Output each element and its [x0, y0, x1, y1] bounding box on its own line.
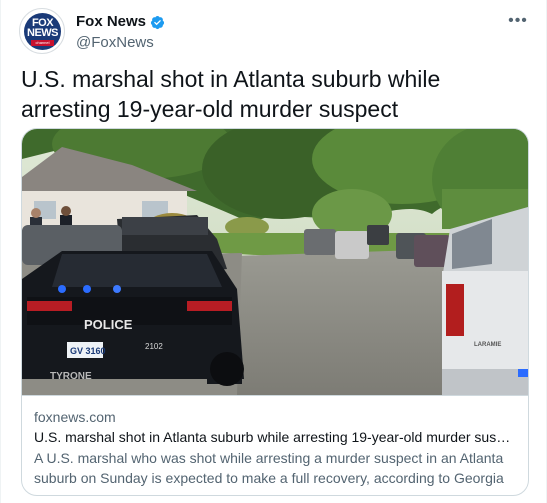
author-handle[interactable]: @FoxNews: [76, 33, 165, 53]
link-card[interactable]: POLICE GV 3160 2102 TYRONE LARAMIE foxne…: [21, 128, 529, 496]
verified-badge-icon: [150, 15, 165, 29]
unit-number-text: 2102: [145, 342, 163, 351]
more-horizontal-icon[interactable]: •••: [508, 13, 528, 34]
card-image[interactable]: POLICE GV 3160 2102 TYRONE LARAMIE: [22, 129, 528, 395]
plate-text: GV 3160: [70, 346, 106, 356]
avatar[interactable]: FOX NEWS channel: [19, 8, 65, 54]
author-names: Fox News @FoxNews: [76, 12, 165, 53]
logo-news-text: NEWS: [27, 27, 59, 39]
tailgate-text: LARAMIE: [474, 342, 501, 348]
card-body[interactable]: foxnews.com U.S. marshal shot in Atlanta…: [22, 395, 528, 495]
police-text: POLICE: [84, 317, 133, 332]
card-description: A U.S. marshal who was shot while arrest…: [34, 450, 504, 486]
tweet-text: U.S. marshal shot in Atlanta suburb whil…: [21, 66, 441, 122]
tweet[interactable]: FOX NEWS channel Fox News @FoxNews ••• U.…: [0, 0, 547, 503]
display-name-row[interactable]: Fox News: [76, 12, 165, 32]
tweet-header: FOX NEWS channel Fox News @FoxNews •••: [19, 8, 532, 54]
fox-news-logo: FOX NEWS channel: [24, 13, 61, 50]
dealer-text: TYRONE: [50, 371, 92, 382]
card-domain: foxnews.com: [34, 409, 116, 425]
logo-channel-text: channel: [31, 40, 54, 46]
card-title[interactable]: U.S. marshal shot in Atlanta suburb whil…: [34, 428, 516, 446]
display-name[interactable]: Fox News: [76, 12, 146, 32]
